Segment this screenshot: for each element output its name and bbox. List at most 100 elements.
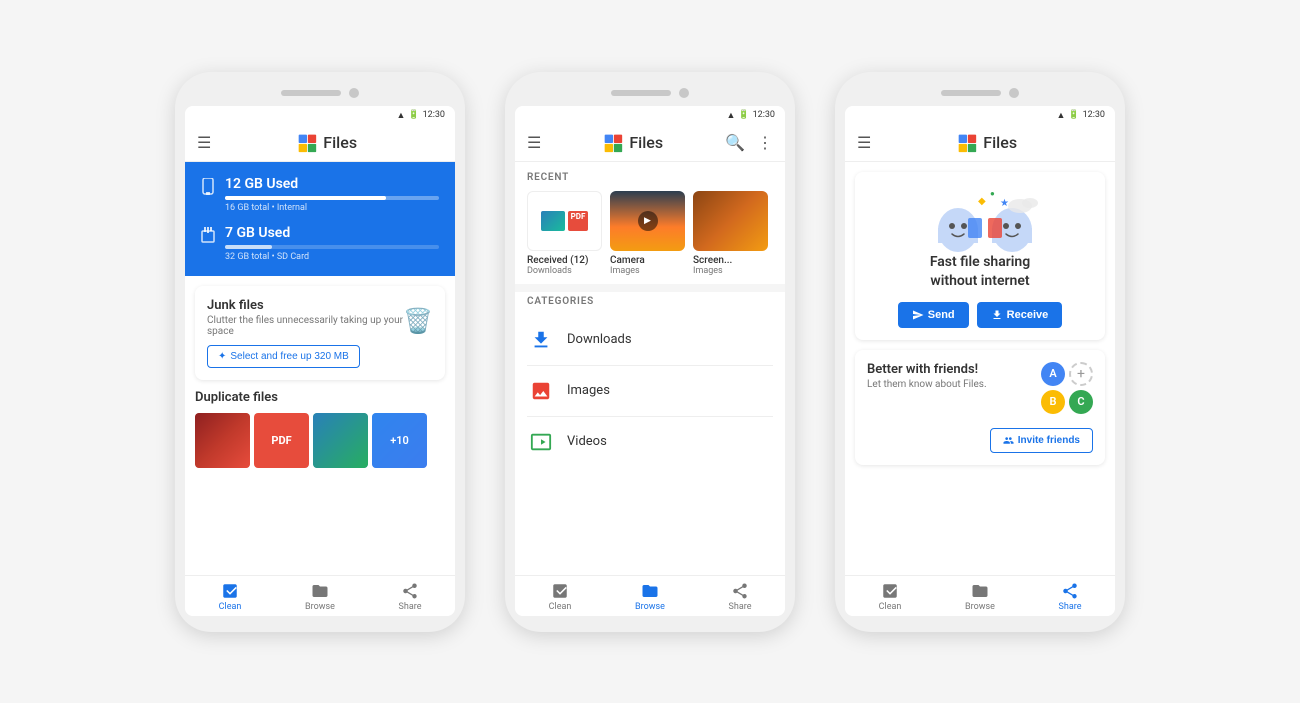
images-label: Images <box>567 383 610 398</box>
hamburger-icon-2[interactable]: ☰ <box>527 133 541 152</box>
internal-storage-title: 12 GB Used <box>225 176 439 192</box>
app-bar-1: ☰ Files <box>185 125 455 162</box>
ghosts-svg: ◆ ● ★ <box>930 188 1040 258</box>
duplicate-thumbs: PDF +10 <box>195 413 445 468</box>
phones-container: ▲ 🔋 12:30 ☰ Files <box>155 52 1145 652</box>
categories-section: CATEGORIES Downloads <box>515 292 785 471</box>
nav-share-3[interactable]: Share <box>1025 582 1115 612</box>
duplicate-section: Duplicate files PDF +10 <box>185 380 455 478</box>
duplicate-title: Duplicate files <box>195 390 445 405</box>
app-title-3: Files <box>983 133 1017 152</box>
free-up-button[interactable]: ✦ Select and free up 320 MB <box>207 345 360 368</box>
recent-item-camera[interactable]: ▶ Camera Images <box>610 191 685 276</box>
nav-browse-label-2: Browse <box>635 602 665 612</box>
status-bar-1: ▲ 🔋 12:30 <box>185 106 455 125</box>
nav-clean-label-1: Clean <box>219 602 242 612</box>
friends-card: Better with friends! Let them know about… <box>855 350 1105 465</box>
camera-sub: Images <box>610 266 685 276</box>
friends-desc: Let them know about Files. <box>867 379 987 390</box>
friends-avatars: A + B C <box>1041 362 1093 414</box>
recent-item-screenshots[interactable]: Screen... Images <box>693 191 768 276</box>
phone-2-camera <box>679 88 689 98</box>
time-3: 12:30 <box>1083 110 1105 120</box>
recent-item-received[interactable]: PDF Received (12) Downloads <box>527 191 602 276</box>
screenshots-sub: Images <box>693 266 768 276</box>
recent-thumb-camera: ▶ <box>610 191 685 251</box>
play-circle-camera: ▶ <box>638 211 658 231</box>
thumb-3 <box>313 413 368 468</box>
app-bar-title-2: Files <box>541 133 725 153</box>
nav-browse-3[interactable]: Browse <box>935 582 1025 612</box>
browse-icon-3 <box>971 582 989 600</box>
phone-2: ▲ 🔋 12:30 ☰ Files 🔍 <box>505 72 795 632</box>
nav-clean-1[interactable]: Clean <box>185 582 275 612</box>
app-bar-title-3: Files <box>871 133 1103 153</box>
camera-title: Camera <box>610 255 685 266</box>
receive-button[interactable]: Receive <box>977 302 1063 328</box>
hamburger-icon-1[interactable]: ☰ <box>197 133 211 152</box>
cat-downloads[interactable]: Downloads <box>527 315 773 366</box>
nav-clean-2[interactable]: Clean <box>515 582 605 612</box>
junk-desc: Clutter the files unnecessarily taking u… <box>207 315 403 337</box>
nav-clean-3[interactable]: Clean <box>845 582 935 612</box>
svg-text:★: ★ <box>1000 198 1009 209</box>
app-title-2: Files <box>629 133 663 152</box>
nav-share-label-2: Share <box>729 602 752 612</box>
received-title: Received (12) <box>527 255 602 266</box>
cat-videos[interactable]: Videos <box>527 417 773 467</box>
nav-clean-label-2: Clean <box>549 602 572 612</box>
svg-text:●: ● <box>990 189 995 198</box>
internal-storage-info: 12 GB Used 16 GB total • Internal <box>225 176 439 213</box>
clean-icon-2 <box>551 582 569 600</box>
nav-share-2[interactable]: Share <box>695 582 785 612</box>
sd-storage-icon <box>201 227 215 247</box>
phone-1-screen: ▲ 🔋 12:30 ☰ Files <box>185 106 455 616</box>
share-icon-2 <box>731 582 749 600</box>
junk-info: Junk files Clutter the files unnecessari… <box>207 298 403 345</box>
recent-thumb-screenshots <box>693 191 768 251</box>
internal-storage: 12 GB Used 16 GB total • Internal <box>201 176 439 213</box>
internal-storage-sub: 16 GB total • Internal <box>225 203 439 213</box>
cat-images[interactable]: Images <box>527 366 773 417</box>
junk-emoji-icon: 🗑️ <box>403 307 433 335</box>
battery-icon-1: 🔋 <box>408 110 419 120</box>
phone-3-camera <box>1009 88 1019 98</box>
nav-browse-label-3: Browse <box>965 602 995 612</box>
received-sub: Downloads <box>527 266 602 276</box>
status-bar-3: ▲ 🔋 12:30 <box>845 106 1115 125</box>
thumb-4: +10 <box>372 413 427 468</box>
phone-3-content: ◆ ● ★ Fast file sharing without internet <box>845 162 1115 575</box>
receive-icon <box>991 309 1003 321</box>
downloads-label: Downloads <box>567 332 632 347</box>
storage-section: 12 GB Used 16 GB total • Internal <box>185 162 455 276</box>
hamburger-icon-3[interactable]: ☰ <box>857 133 871 152</box>
bottom-nav-3: Clean Browse Share <box>845 575 1115 616</box>
invite-friends-button[interactable]: Invite friends <box>990 428 1093 453</box>
sd-storage-bar-fill <box>225 245 272 249</box>
clean-icon-3 <box>881 582 899 600</box>
phone-1-notch <box>185 88 455 98</box>
browse-icon-2 <box>641 582 659 600</box>
share-icon-1 <box>401 582 419 600</box>
nav-share-label-1: Share <box>399 602 422 612</box>
add-avatar[interactable]: + <box>1069 362 1093 386</box>
more-icon-2[interactable]: ⋮ <box>757 133 773 152</box>
sharing-illustration: ◆ ● ★ <box>930 188 1030 253</box>
pdf-badge-received: PDF <box>568 211 589 231</box>
friends-header: Better with friends! Let them know about… <box>867 362 1093 414</box>
nav-browse-2[interactable]: Browse <box>605 582 695 612</box>
free-up-icon: ✦ <box>218 351 226 362</box>
nav-share-1[interactable]: Share <box>365 582 455 612</box>
play-icon-camera: ▶ <box>610 191 685 251</box>
recent-items: PDF Received (12) Downloads ▶ <box>527 191 773 276</box>
nav-browse-1[interactable]: Browse <box>275 582 365 612</box>
bottom-nav-1: Clean Browse Share <box>185 575 455 616</box>
sd-storage-title: 7 GB Used <box>225 225 439 241</box>
phone-3-notch <box>845 88 1115 98</box>
send-button[interactable]: Send <box>898 302 969 328</box>
search-icon-2[interactable]: 🔍 <box>725 133 745 152</box>
nav-browse-label-1: Browse <box>305 602 335 612</box>
send-icon <box>912 309 924 321</box>
time-1: 12:30 <box>423 110 445 120</box>
videos-icon <box>527 428 555 456</box>
